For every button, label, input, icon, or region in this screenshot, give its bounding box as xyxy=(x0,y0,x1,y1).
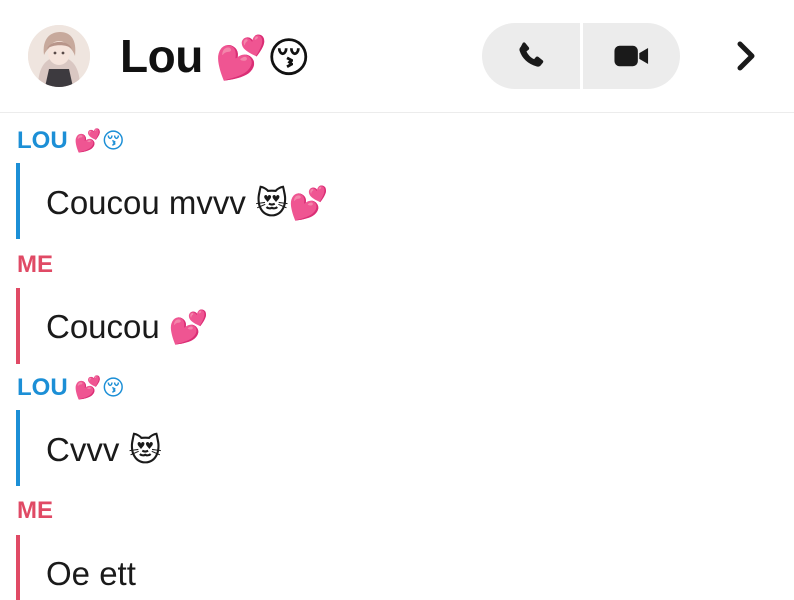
message-sender: LOU 💕😚 xyxy=(17,126,125,156)
message-bar xyxy=(16,288,20,364)
video-call-button[interactable] xyxy=(583,23,680,89)
voice-call-button[interactable] xyxy=(482,23,580,89)
avatar-photo-icon xyxy=(28,25,90,87)
message-body: Oe ett xyxy=(46,555,136,592)
call-button-group xyxy=(482,23,680,89)
avatar[interactable] xyxy=(28,25,90,87)
message-sender: LOU 💕😚 xyxy=(17,373,125,403)
phone-icon xyxy=(519,42,544,67)
message-body: Coucou mvvv xyxy=(46,184,246,221)
message-emojis: 😻 xyxy=(128,432,162,468)
message-sender: ME xyxy=(17,250,53,280)
contact-name-title[interactable]: Lou 💕😚 xyxy=(120,28,311,84)
message-emojis: 😻💕 xyxy=(255,185,329,221)
message-sender: ME xyxy=(17,496,53,526)
sender-emojis: 💕😚 xyxy=(74,375,125,400)
message-text[interactable]: Cvvv 😻 xyxy=(46,428,162,472)
contact-name: Lou xyxy=(120,30,203,82)
sender-emojis: 💕😚 xyxy=(74,128,125,153)
contact-name-emojis: 💕😚 xyxy=(215,34,311,81)
message-bar xyxy=(16,535,20,600)
video-camera-icon xyxy=(614,45,649,67)
message-body: Cvvv xyxy=(46,431,120,468)
message-emojis: 💕 xyxy=(168,309,209,345)
chevron-right-icon xyxy=(737,41,755,71)
message-text[interactable]: Coucou 💕 xyxy=(46,305,209,349)
message-text[interactable]: Coucou mvvv 😻💕 xyxy=(46,181,328,225)
message-bar xyxy=(16,410,20,486)
sender-name: LOU xyxy=(17,127,68,154)
sender-name: ME xyxy=(17,497,53,524)
sender-name: ME xyxy=(17,251,53,278)
chat-header: Lou 💕😚 xyxy=(0,0,794,113)
message-bar xyxy=(16,163,20,239)
message-body: Coucou xyxy=(46,308,160,345)
sender-name: LOU xyxy=(17,374,68,401)
more-button[interactable] xyxy=(728,36,764,76)
message-text[interactable]: Oe ett xyxy=(46,552,136,596)
